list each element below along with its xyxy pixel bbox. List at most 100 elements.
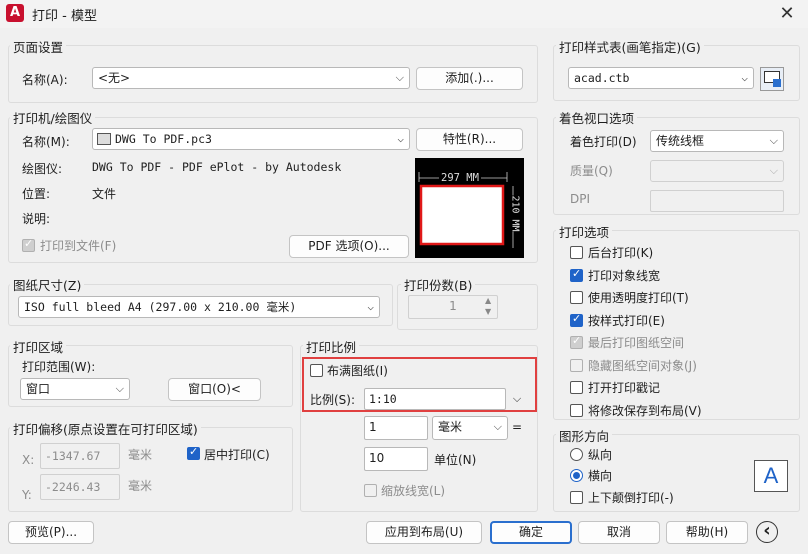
plot-options-legend: 打印选项 [556,222,613,241]
plot-offset-legend: 打印偏移(原点设置在可打印区域) [10,419,201,438]
chevron-down-icon: ⌵ [395,71,404,84]
portrait-radio[interactable] [570,448,583,461]
page-setup-legend: 页面设置 [10,37,67,56]
chevron-down-icon: ⌵ [367,300,374,313]
plot-range-dropdown[interactable]: 窗口 ⌵ [20,378,130,400]
scale-input[interactable]: 1:10 [364,388,506,410]
shaded-viewport-legend: 着色视口选项 [556,108,638,127]
dpi-label: DPI [570,192,591,206]
plot-option-checkbox[interactable] [570,291,583,304]
plotter-name-value: DWG To PDF.pc3 [115,132,212,146]
scale-lineweights-checkbox[interactable] [364,484,377,497]
landscape-orientation-icon: A [754,460,788,492]
copies-legend: 打印份数(B) [401,275,476,294]
chevron-down-icon: ⌵ [769,134,778,147]
plot-option-checkbox[interactable] [570,334,583,349]
apply-to-layout-button[interactable]: 应用到布局(U) [366,521,482,544]
plot-option-checkbox[interactable] [570,403,583,417]
plot-option-label: 按样式打印(E) [588,313,665,328]
print-to-file-checkbox[interactable] [22,237,35,252]
offset-x-input[interactable]: -1347.67 [40,443,120,469]
collapse-options-icon[interactable]: ‹ [756,521,778,543]
plot-option-checkbox[interactable] [570,381,583,394]
spinner-up-icon[interactable]: ▲ [485,296,491,305]
close-icon[interactable]: ✕ [772,2,802,26]
scale-lineweights-label: 缩放线宽(L) [381,484,446,498]
plot-option-checkbox[interactable] [570,246,583,259]
equals-sign: = [512,420,523,434]
paper-size-dropdown[interactable]: ISO full bleed A4 (297.00 x 210.00 毫米) ⌵ [18,296,380,318]
plot-option-checkbox[interactable] [570,358,583,372]
plotter-properties-button[interactable]: 特性(R)... [416,128,523,151]
offset-y-input[interactable]: -2246.43 [40,474,120,500]
copies-spinner[interactable]: ▲ ▼ [483,296,497,318]
plot-option-label: 最后打印图纸空间 [588,336,685,350]
window-title: 打印 - 模型 [32,9,97,24]
upside-down-label: 上下颠倒打印(-) [588,491,674,505]
plotter-name-label: 名称(M): [22,135,70,149]
window-select-button[interactable]: 窗口(O)< [168,378,261,401]
quality-dropdown[interactable]: ⌵ [650,160,784,182]
shade-plot-value: 传统线框 [656,134,705,148]
ok-button[interactable]: 确定 [490,521,572,544]
plotter-value: DWG To PDF - PDF ePlot - by Autodesk [92,160,342,174]
plotter-name-dropdown[interactable]: DWG To PDF.pc3 ⌵ [92,128,410,150]
chevron-down-icon: ⌵ [769,164,778,177]
chevron-down-icon: ⌵ [397,132,404,145]
plot-area-legend: 打印区域 [10,337,67,356]
page-setup-name-label: 名称(A): [22,73,68,87]
plot-style-table-dropdown[interactable]: acad.ctb ⌵ [568,67,754,89]
scale-dropdown-chevron-icon[interactable]: ⌵ [508,388,526,410]
location-value: 文件 [92,187,117,201]
edit-plot-style-icon[interactable] [760,67,784,91]
offset-y-unit: 毫米 [128,479,153,493]
center-plot-checkbox[interactable] [187,445,200,460]
portrait-label: 纵向 [588,448,613,462]
unit-dropdown[interactable]: 毫米 ⌵ [432,416,508,440]
help-button[interactable]: 帮助(H) [666,521,748,544]
autocad-logo-icon: A [6,4,24,22]
pdf-options-button[interactable]: PDF 选项(O)... [289,235,409,258]
shade-plot-label: 着色打印(D) [570,135,637,149]
offset-x-unit: 毫米 [128,448,153,462]
paper-size-legend: 图纸尺寸(Z) [10,275,85,294]
paper-size-value: ISO full bleed A4 (297.00 x 210.00 毫米) [24,300,297,314]
landscape-radio[interactable] [570,469,583,482]
plot-style-table-value: acad.ctb [574,71,630,85]
upside-down-checkbox[interactable] [570,491,583,504]
preview-width-label: 297 MM [439,172,481,184]
plotter-label: 绘图仪: [22,162,63,176]
preview-height-label: 210 MM [509,195,521,232]
fit-to-paper-checkbox[interactable] [310,364,323,377]
fit-to-paper-label: 布满图纸(I) [327,364,388,378]
description-label: 说明: [22,212,51,226]
chevron-down-icon: ⌵ [493,420,502,433]
page-setup-name-dropdown[interactable]: <无> ⌵ [92,67,410,89]
chevron-down-icon: ⌵ [741,71,748,84]
center-plot-label: 居中打印(C) [204,448,270,462]
cancel-button[interactable]: 取消 [578,521,660,544]
chevron-down-icon: ⌵ [115,382,124,395]
title-bar [0,0,808,28]
landscape-label: 横向 [588,469,613,483]
units-label: 单位(N) [434,453,477,467]
quality-label: 质量(Q) [570,164,613,178]
dpi-input[interactable] [650,190,784,212]
spinner-down-icon[interactable]: ▼ [485,307,491,316]
plot-option-checkbox[interactable] [570,267,583,282]
shade-plot-dropdown[interactable]: 传统线框 ⌵ [650,130,784,152]
plot-option-label: 后台打印(K) [588,246,654,260]
plot-option-checkbox[interactable] [570,312,583,327]
plot-range-value: 窗口 [26,382,51,396]
scale-value1-input[interactable]: 1 [364,416,428,440]
add-page-setup-button[interactable]: 添加(.)... [416,67,523,90]
scale-value2-input[interactable]: 10 [364,447,428,471]
preview-button[interactable]: 预览(P)... [8,521,94,544]
plot-style-table-legend: 打印样式表(画笔指定)(G) [556,37,704,56]
plotter-legend: 打印机/绘图仪 [10,108,96,127]
orientation-legend: 图形方向 [556,426,613,445]
offset-x-label: X: [22,453,35,467]
scale-label: 比例(S): [310,393,356,407]
plot-option-label: 隐藏图纸空间对象(J) [588,358,697,373]
plot-range-label: 打印范围(W): [22,360,96,374]
